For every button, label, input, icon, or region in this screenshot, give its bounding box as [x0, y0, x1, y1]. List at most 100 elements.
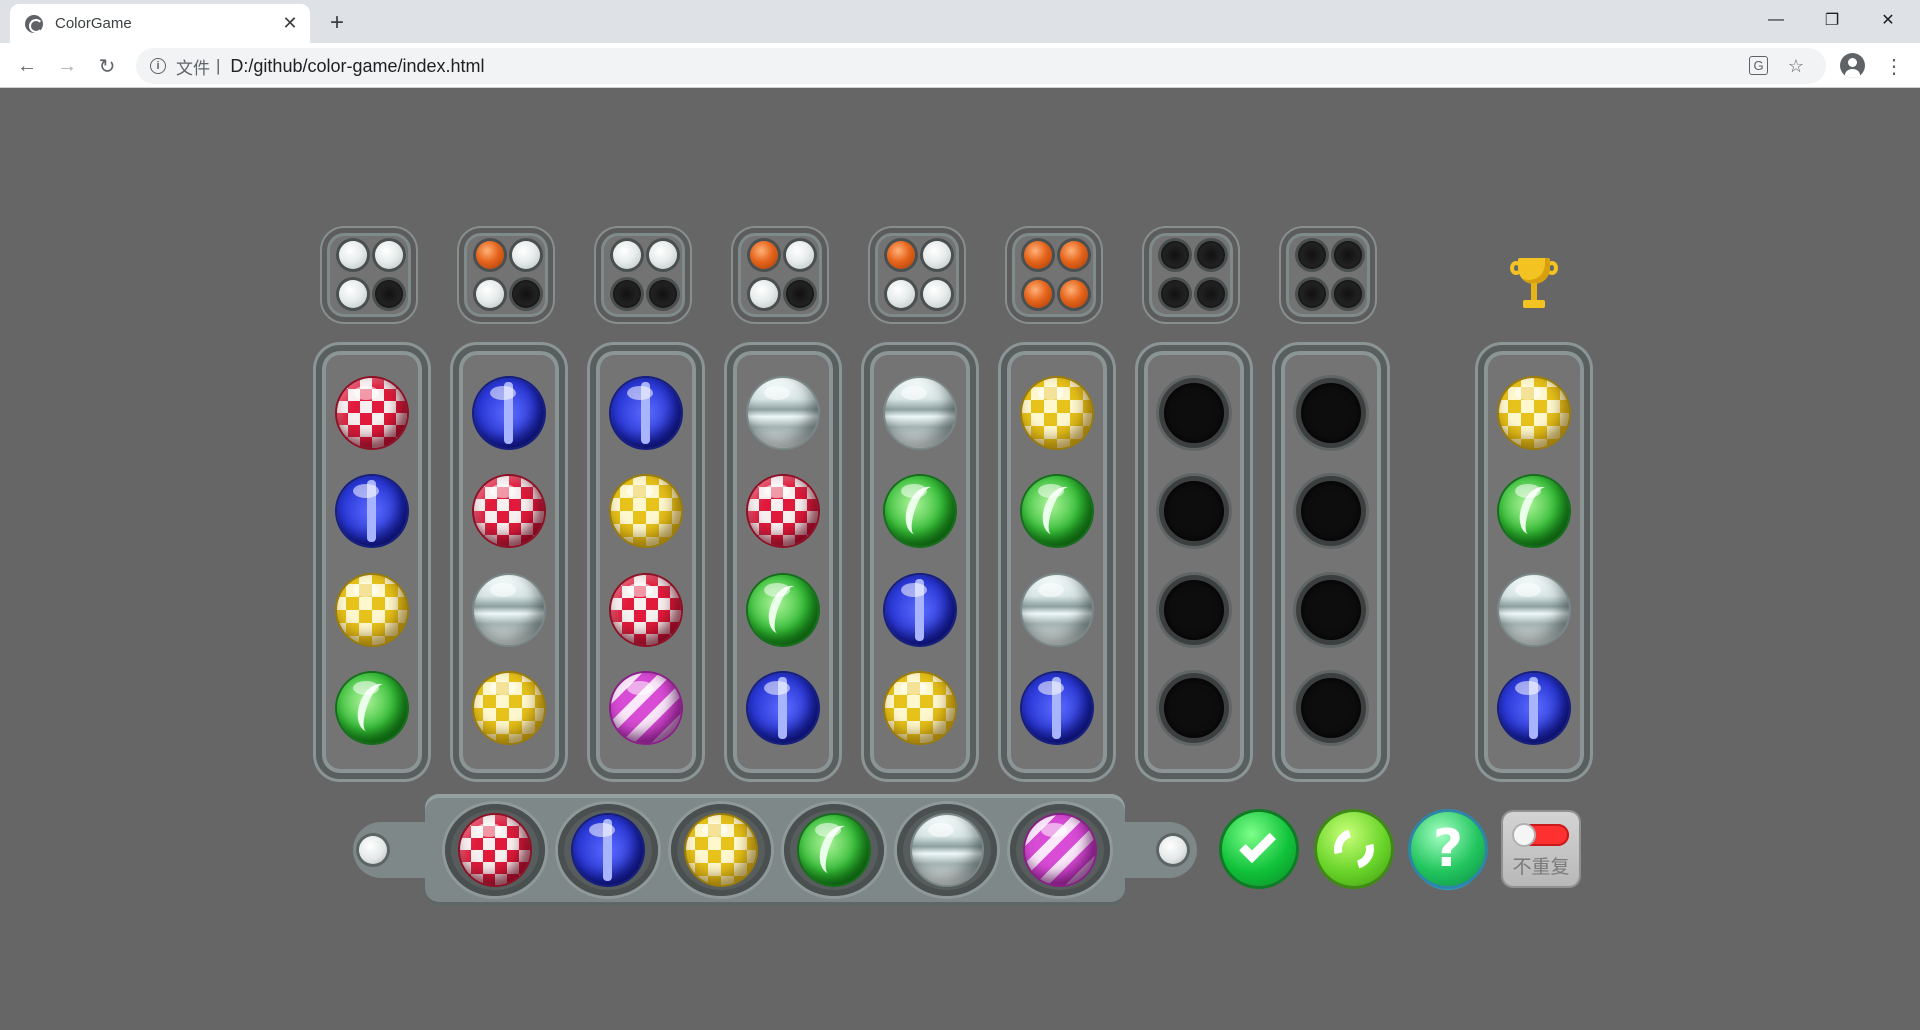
- ball-white[interactable]: [474, 575, 544, 645]
- hint-peg-empty: [786, 280, 814, 308]
- hint-box: [1007, 228, 1101, 322]
- answer-ball-yellow: [1499, 378, 1569, 448]
- ball-green[interactable]: [885, 476, 955, 546]
- ball-yellow[interactable]: [611, 476, 681, 546]
- hint-peg-red: [887, 241, 915, 269]
- empty-slot[interactable]: [1301, 678, 1361, 738]
- palette-slot-white[interactable]: [897, 804, 997, 896]
- translate-icon[interactable]: G: [1749, 56, 1768, 75]
- ball-purple[interactable]: [611, 673, 681, 743]
- hint-box: [733, 228, 827, 322]
- help-icon: ?: [1432, 819, 1464, 879]
- guess-column[interactable]: [864, 345, 976, 779]
- ball-yellow[interactable]: [474, 673, 544, 743]
- guess-column[interactable]: [727, 345, 839, 779]
- hint-box: [459, 228, 553, 322]
- hint-peg-empty: [1197, 241, 1225, 269]
- no-repeat-label: 不重复: [1512, 856, 1570, 878]
- tray-knob-left: [359, 836, 387, 864]
- hint-peg-red: [1060, 241, 1088, 269]
- toggle-switch[interactable]: [1513, 824, 1569, 846]
- ball-white[interactable]: [748, 378, 818, 448]
- tab-close-icon[interactable]: ✕: [276, 10, 304, 38]
- empty-slot[interactable]: [1301, 383, 1361, 443]
- ball-red[interactable]: [337, 378, 407, 448]
- palette-ball-green[interactable]: [799, 815, 869, 885]
- minimize-button[interactable]: —: [1748, 0, 1804, 40]
- hint-peg-red: [1024, 280, 1052, 308]
- palette-ball-purple[interactable]: [1025, 815, 1095, 885]
- ball-red[interactable]: [748, 476, 818, 546]
- hint-peg-empty: [1334, 241, 1362, 269]
- close-window-button[interactable]: ✕: [1860, 0, 1916, 40]
- ball-yellow[interactable]: [1022, 378, 1092, 448]
- palette-ball-yellow[interactable]: [686, 815, 756, 885]
- ball-green[interactable]: [1022, 476, 1092, 546]
- empty-slot[interactable]: [1164, 580, 1224, 640]
- bookmark-star-icon[interactable]: ☆: [1786, 56, 1806, 76]
- palette-slot-purple[interactable]: [1010, 804, 1110, 896]
- info-icon[interactable]: i: [150, 58, 166, 74]
- ball-blue[interactable]: [748, 673, 818, 743]
- palette-slot-yellow[interactable]: [671, 804, 771, 896]
- submit-check-button[interactable]: [1222, 812, 1296, 886]
- empty-slot[interactable]: [1301, 580, 1361, 640]
- menu-icon[interactable]: ⋮: [1880, 49, 1908, 83]
- ball-yellow[interactable]: [337, 575, 407, 645]
- reload-button[interactable]: ↻: [90, 49, 124, 83]
- ball-blue[interactable]: [474, 378, 544, 448]
- empty-slot[interactable]: [1164, 678, 1224, 738]
- palette-slot-green[interactable]: [784, 804, 884, 896]
- address-bar[interactable]: i 文件 | D:/github/color-game/index.html G…: [136, 48, 1826, 84]
- ball-white[interactable]: [1022, 575, 1092, 645]
- restore-button[interactable]: ❐: [1804, 0, 1860, 40]
- ball-green[interactable]: [337, 673, 407, 743]
- hint-box: [596, 228, 690, 322]
- empty-slot[interactable]: [1301, 481, 1361, 541]
- ball-red[interactable]: [611, 575, 681, 645]
- hint-peg-white: [339, 280, 367, 308]
- tray-knob-right: [1159, 836, 1187, 864]
- palette-slot-red[interactable]: [445, 804, 545, 896]
- hint-peg-empty: [1334, 280, 1362, 308]
- empty-slot[interactable]: [1164, 481, 1224, 541]
- ball-blue[interactable]: [1022, 673, 1092, 743]
- ball-green[interactable]: [748, 575, 818, 645]
- palette-slot-blue[interactable]: [558, 804, 658, 896]
- new-tab-button[interactable]: +: [320, 6, 354, 40]
- hint-peg-white: [339, 241, 367, 269]
- no-repeat-toggle[interactable]: 不重复: [1503, 812, 1579, 886]
- guess-column[interactable]: [1001, 345, 1113, 779]
- palette-ball-white[interactable]: [912, 815, 982, 885]
- guess-column[interactable]: [316, 345, 428, 779]
- ball-blue[interactable]: [611, 378, 681, 448]
- browser-tab[interactable]: ColorGame ✕: [10, 4, 310, 43]
- guess-column[interactable]: [1138, 345, 1250, 779]
- restart-button[interactable]: [1317, 812, 1391, 886]
- palette-ball-blue[interactable]: [573, 815, 643, 885]
- ball-red[interactable]: [474, 476, 544, 546]
- back-button[interactable]: ←: [10, 49, 44, 83]
- ball-yellow[interactable]: [885, 673, 955, 743]
- empty-slot[interactable]: [1164, 383, 1224, 443]
- guess-column[interactable]: [453, 345, 565, 779]
- forward-button[interactable]: →: [50, 49, 84, 83]
- guess-column[interactable]: [590, 345, 702, 779]
- palette-ball-red[interactable]: [460, 815, 530, 885]
- ball-blue[interactable]: [885, 575, 955, 645]
- ball-blue[interactable]: [337, 476, 407, 546]
- trophy-icon[interactable]: [1510, 258, 1558, 316]
- hint-peg-empty: [613, 280, 641, 308]
- ball-white[interactable]: [885, 378, 955, 448]
- separator: |: [216, 56, 221, 75]
- account-icon[interactable]: [1840, 53, 1865, 78]
- guess-column[interactable]: [1275, 345, 1387, 779]
- url-text[interactable]: D:/github/color-game/index.html: [230, 56, 484, 77]
- hint-box: [1144, 228, 1238, 322]
- hint-peg-empty: [1298, 241, 1326, 269]
- hint-peg-white: [923, 241, 951, 269]
- help-button[interactable]: ?: [1411, 812, 1485, 886]
- answer-ball-white: [1499, 575, 1569, 645]
- hint-peg-white: [476, 280, 504, 308]
- check-icon: [1239, 826, 1276, 864]
